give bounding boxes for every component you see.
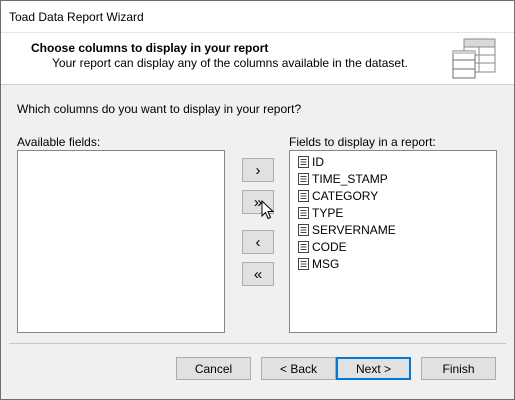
- list-item[interactable]: SERVERNAME: [290, 221, 496, 238]
- add-field-button[interactable]: ›: [242, 158, 274, 182]
- step-title: Choose columns to display in your report: [31, 41, 269, 55]
- grid-table-icon: [452, 38, 496, 79]
- remove-all-fields-button[interactable]: «: [242, 262, 274, 286]
- field-name: CATEGORY: [312, 188, 379, 203]
- list-item[interactable]: CATEGORY: [290, 187, 496, 204]
- field-column-icon: [298, 155, 309, 168]
- wizard-header: Choose columns to display in your report…: [1, 33, 514, 85]
- step-subtitle: Your report can display any of the colum…: [52, 56, 408, 70]
- list-item[interactable]: TIME_STAMP: [290, 170, 496, 187]
- cancel-button[interactable]: Cancel: [176, 357, 251, 380]
- list-item[interactable]: ID: [290, 153, 496, 170]
- remove-field-button[interactable]: ‹: [242, 230, 274, 254]
- title-bar: Toad Data Report Wizard: [1, 1, 514, 33]
- display-fields-label: Fields to display in a report:: [289, 135, 436, 149]
- field-column-icon: [298, 257, 309, 270]
- field-column-icon: [298, 189, 309, 202]
- back-button[interactable]: < Back: [261, 357, 336, 380]
- field-name: TYPE: [312, 205, 344, 220]
- field-column-icon: [298, 223, 309, 236]
- available-fields-list[interactable]: [17, 150, 225, 333]
- display-fields-list[interactable]: ID TIME_STAMP CATEGORY TYPE SERVERNAME C…: [289, 150, 497, 333]
- footer-divider: [9, 343, 506, 344]
- field-name: CODE: [312, 239, 347, 254]
- columns-question: Which columns do you want to display in …: [17, 102, 302, 116]
- window-title: Toad Data Report Wizard: [9, 10, 144, 24]
- field-column-icon: [298, 240, 309, 253]
- list-item[interactable]: TYPE: [290, 204, 496, 221]
- list-item[interactable]: CODE: [290, 238, 496, 255]
- field-name: ID: [312, 154, 324, 169]
- finish-button[interactable]: Finish: [421, 357, 496, 380]
- field-name: SERVERNAME: [312, 222, 396, 237]
- field-column-icon: [298, 172, 309, 185]
- next-button[interactable]: Next >: [336, 357, 411, 380]
- available-fields-label: Available fields:: [17, 135, 101, 149]
- mouse-pointer-icon: [261, 200, 275, 220]
- field-name: MSG: [312, 256, 340, 271]
- wizard-window: Toad Data Report Wizard Choose columns t…: [0, 0, 515, 400]
- field-name: TIME_STAMP: [312, 171, 388, 186]
- field-column-icon: [298, 206, 309, 219]
- list-item[interactable]: MSG: [290, 255, 496, 272]
